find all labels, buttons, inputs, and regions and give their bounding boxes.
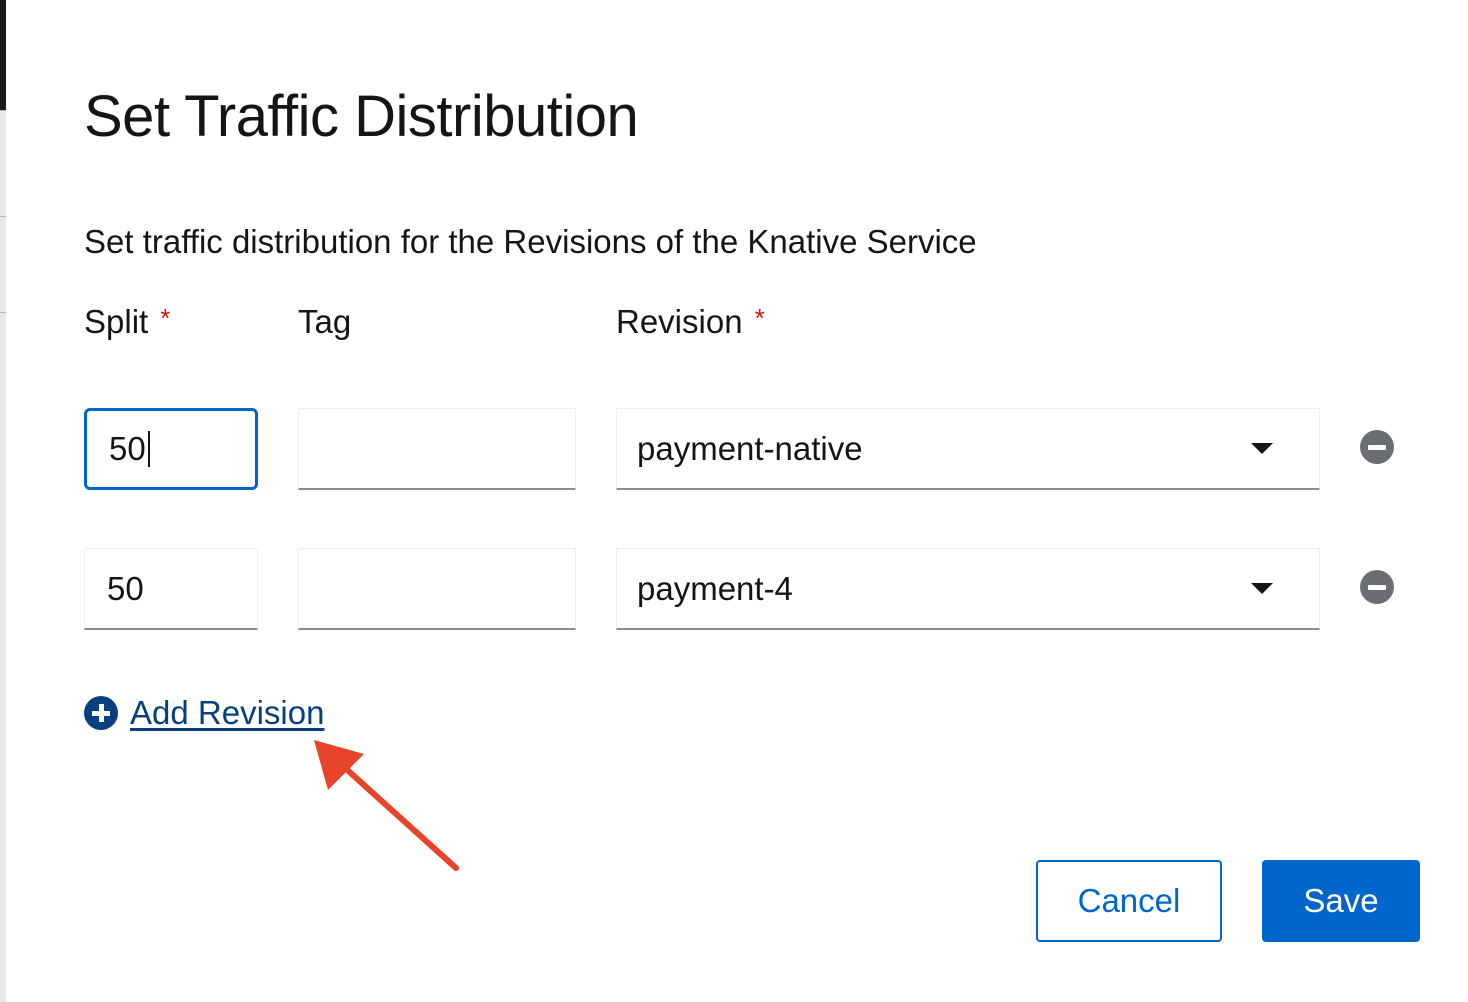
revision-select-row-1[interactable]: payment-native <box>616 408 1320 490</box>
revision-value-row-2: payment-4 <box>637 569 793 607</box>
split-label-text: Split <box>84 303 149 340</box>
split-value-row-2: 50 <box>107 569 144 607</box>
remove-row-1-minus-circle-icon[interactable] <box>1360 430 1394 464</box>
required-indicator: * <box>754 303 765 333</box>
modal-description: Set traffic distribution for the Revisio… <box>84 223 977 260</box>
traffic-distribution-modal: Set Traffic Distribution Set traffic dis… <box>6 0 1468 1002</box>
text-cursor <box>147 431 150 467</box>
tag-column-label: Tag <box>298 302 351 342</box>
caret-down-icon <box>1251 443 1273 454</box>
revision-column-label: Revision * <box>616 302 765 344</box>
revision-select-row-2[interactable]: payment-4 <box>616 548 1320 630</box>
cancel-button[interactable]: Cancel <box>1036 860 1222 942</box>
required-indicator: * <box>160 303 171 333</box>
split-value-row-1: 50 <box>109 430 146 467</box>
tag-input-row-2[interactable] <box>298 548 576 630</box>
add-revision-link[interactable]: Add Revision <box>84 694 324 732</box>
revision-value-row-1: payment-native <box>637 429 863 467</box>
split-input-row-1[interactable]: 50 <box>84 408 258 490</box>
caret-down-icon <box>1251 583 1273 594</box>
tag-input-row-1[interactable] <box>298 408 576 490</box>
split-column-label: Split * <box>84 302 170 344</box>
annotation-arrow-icon <box>314 740 459 871</box>
revision-label-text: Revision <box>616 303 743 340</box>
save-button[interactable]: Save <box>1262 860 1420 942</box>
remove-row-2-minus-circle-icon[interactable] <box>1360 570 1394 604</box>
split-input-row-2[interactable]: 50 <box>84 548 258 630</box>
plus-circle-icon <box>84 696 118 730</box>
tag-label-text: Tag <box>298 303 352 340</box>
modal-title: Set Traffic Distribution <box>84 84 639 149</box>
